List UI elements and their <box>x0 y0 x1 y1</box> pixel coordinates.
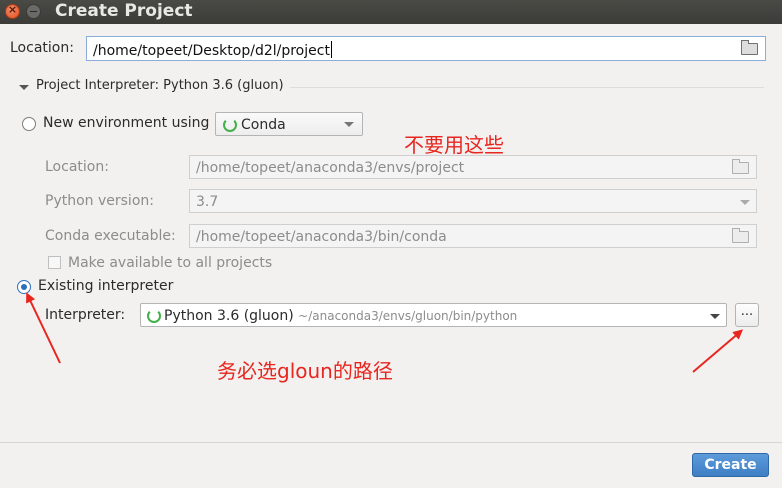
annotation-arrows <box>26 292 744 373</box>
footer-divider <box>0 442 782 443</box>
create-button[interactable]: Create <box>692 453 769 477</box>
arrow-to-browse <box>692 329 744 373</box>
arrow-to-radio <box>26 292 61 364</box>
